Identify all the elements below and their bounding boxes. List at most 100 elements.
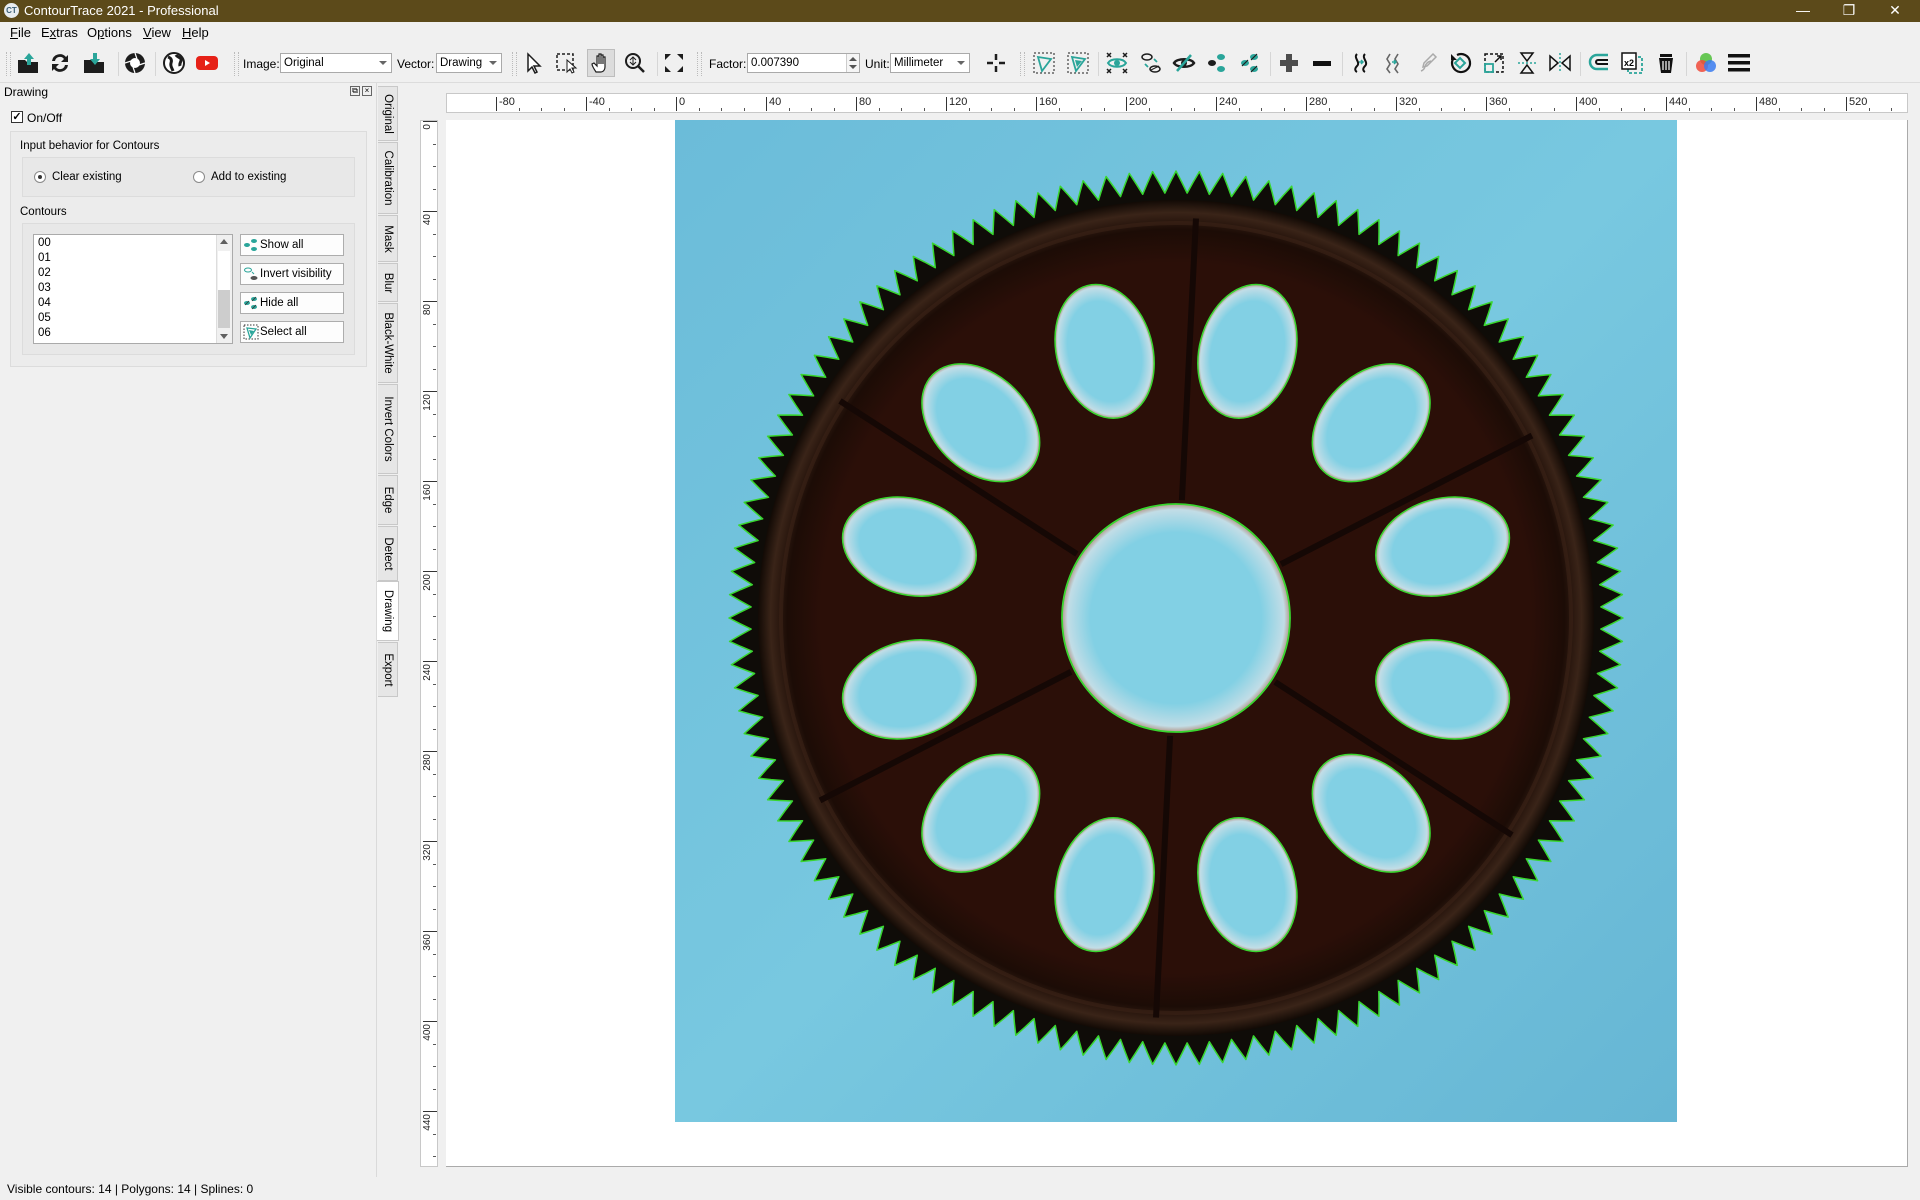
list-item[interactable]: 05 <box>38 312 51 324</box>
tab-black-white[interactable]: Black-White <box>378 303 398 383</box>
ruler-minor-tick <box>433 526 436 527</box>
save-icon[interactable] <box>80 49 108 77</box>
list-scrollbar[interactable] <box>216 235 232 343</box>
unit-select[interactable]: Millimeter <box>890 53 970 73</box>
globe-icon[interactable] <box>160 49 188 77</box>
factor-spinner[interactable] <box>846 54 859 72</box>
list-item[interactable]: 01 <box>38 252 51 264</box>
show-all-button[interactable]: Show all <box>240 234 344 256</box>
tab-invert-colors[interactable]: Invert Colors <box>378 384 398 474</box>
hide-contour-points-icon[interactable] <box>1236 49 1264 77</box>
ruler-label: 160 <box>1039 96 1058 108</box>
hide-contour-icon[interactable] <box>1170 49 1198 77</box>
show-all-contours-icon[interactable] <box>1103 49 1131 77</box>
minimize-button[interactable]: — <box>1780 0 1826 22</box>
menu-view[interactable]: View <box>143 25 171 40</box>
polygon-select-icon[interactable] <box>1030 49 1058 77</box>
toolbar-grip[interactable] <box>512 52 517 76</box>
polygon-inner-select-icon[interactable] <box>1064 49 1092 77</box>
aperture-icon[interactable] <box>121 49 149 77</box>
image-select[interactable]: Original <box>280 53 392 73</box>
ruler-minor-tick <box>1553 108 1555 111</box>
list-item[interactable]: 04 <box>38 297 51 309</box>
ruler-tick <box>1666 97 1667 111</box>
vector-select[interactable]: Drawing <box>436 53 502 73</box>
tab-drawing[interactable]: Drawing <box>377 581 399 641</box>
ruler-minor-tick <box>1508 108 1510 111</box>
tab-calibration[interactable]: Calibration <box>378 142 398 214</box>
rotate-icon[interactable] <box>1446 49 1474 77</box>
invert-visibility-icon[interactable] <box>1137 49 1165 77</box>
factor-value: 0.007390 <box>751 57 799 69</box>
clear-existing-radio[interactable] <box>34 171 46 183</box>
zoom-icon[interactable] <box>621 49 649 77</box>
close-button[interactable]: ✕ <box>1872 0 1918 22</box>
list-item[interactable]: 02 <box>38 267 51 279</box>
menu-help[interactable]: Help <box>182 25 209 40</box>
open-image-icon[interactable] <box>14 49 42 77</box>
list-item[interactable]: 06 <box>38 327 51 339</box>
add-icon[interactable] <box>1275 49 1303 77</box>
status-bar: Visible contours: 14 | Polygons: 14 | Sp… <box>0 1178 1920 1200</box>
scroll-down-icon[interactable] <box>220 334 228 339</box>
flip-horizontal-icon[interactable] <box>1546 49 1574 77</box>
tab-blur[interactable]: Blur <box>378 263 398 302</box>
float-panel-icon[interactable]: ⧉ <box>350 86 360 96</box>
show-all-icon <box>244 239 257 251</box>
menu-file[interactable]: File <box>10 25 31 40</box>
select-all-button[interactable]: Select all <box>240 321 344 343</box>
hide-all-button[interactable]: Hide all <box>240 292 344 314</box>
edit-curve-icon[interactable] <box>1413 49 1441 77</box>
polygon-convert-icon[interactable] <box>1380 49 1408 77</box>
offset-icon[interactable] <box>1585 49 1613 77</box>
fit-to-window-icon[interactable] <box>660 49 688 77</box>
flip-vertical-icon[interactable] <box>1513 49 1541 77</box>
tab-export[interactable]: Export <box>378 642 398 697</box>
duplicate-icon[interactable]: x2 <box>1618 49 1646 77</box>
youtube-icon[interactable] <box>193 49 221 77</box>
toolbar-grip[interactable] <box>697 52 702 76</box>
factor-input[interactable]: 0.007390 <box>747 53 860 73</box>
tab-label: Detect <box>381 536 394 571</box>
ruler-tick <box>766 97 767 111</box>
ruler-minor-tick <box>1711 108 1712 111</box>
tab-mask[interactable]: Mask <box>378 215 398 262</box>
remove-icon[interactable] <box>1308 49 1336 77</box>
gear-image[interactable] <box>675 120 1677 1122</box>
ruler-minor-tick <box>878 108 880 111</box>
color-icon[interactable] <box>1692 49 1720 77</box>
scale-icon[interactable] <box>1480 49 1508 77</box>
delete-icon[interactable] <box>1652 49 1680 77</box>
toolbar-grip[interactable] <box>6 52 11 76</box>
close-panel-icon[interactable]: × <box>362 86 372 96</box>
crosshair-icon[interactable] <box>982 49 1010 77</box>
scroll-thumb[interactable] <box>218 290 230 328</box>
scroll-up-icon[interactable] <box>220 239 228 244</box>
list-item[interactable]: 00 <box>38 237 51 249</box>
tab-edge[interactable]: Edge <box>378 475 398 525</box>
tab-original[interactable]: Original <box>378 86 398 141</box>
ruler-tick <box>423 751 437 752</box>
select-rect-icon[interactable] <box>553 49 581 77</box>
add-to-existing-radio[interactable] <box>193 171 205 183</box>
ruler-minor-tick <box>1373 108 1375 111</box>
tab-detect[interactable]: Detect <box>378 526 398 581</box>
menu-extras[interactable]: Extras <box>41 25 78 40</box>
spline-convert-icon[interactable] <box>1347 49 1375 77</box>
reload-icon[interactable] <box>46 49 74 77</box>
pointer-icon[interactable] <box>520 49 548 77</box>
menu-options[interactable]: Options <box>87 25 132 40</box>
panel-title: Drawing <box>4 85 49 99</box>
toolbar-grip[interactable] <box>234 52 239 76</box>
ruler-minor-tick <box>433 368 436 370</box>
contours-list[interactable]: 00 01 02 03 04 05 06 <box>33 234 233 344</box>
onoff-checkbox[interactable]: ✓ <box>11 111 23 123</box>
invert-visibility-button[interactable]: Invert visibility <box>240 263 344 285</box>
toolbar-grip[interactable] <box>1020 52 1025 76</box>
list-item[interactable]: 03 <box>38 282 51 294</box>
show-contour-points-icon[interactable] <box>1203 49 1231 77</box>
ruler-minor-tick <box>433 278 436 280</box>
menu-icon[interactable] <box>1725 49 1753 77</box>
restore-button[interactable]: ❐ <box>1826 0 1872 22</box>
hand-pan-icon[interactable] <box>587 49 615 77</box>
